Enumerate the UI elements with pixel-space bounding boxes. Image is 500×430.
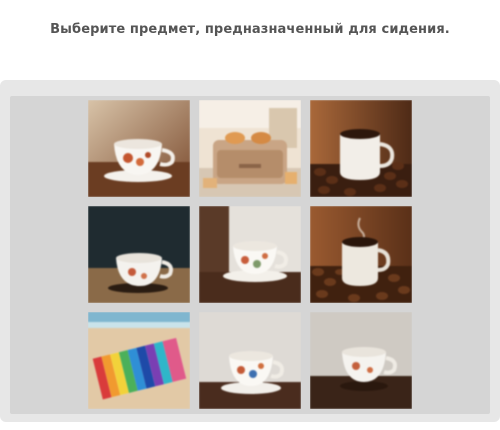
tile-5[interactable]	[199, 206, 301, 303]
teacup-dim-background-image	[310, 312, 412, 409]
tile-6[interactable]	[310, 206, 412, 303]
captcha-instruction: Выберите предмет, предназначенный для си…	[50, 22, 450, 37]
tile-2[interactable]	[199, 100, 301, 197]
tile-1[interactable]	[88, 100, 190, 197]
toaster-with-bread-image	[199, 100, 301, 197]
captcha-page: Выберите предмет, предназначенный для си…	[0, 0, 500, 430]
teacup-on-saucer-image	[199, 206, 301, 303]
teacup-on-table-image	[88, 100, 190, 197]
tile-3[interactable]	[310, 100, 412, 197]
tile-8[interactable]	[199, 312, 301, 409]
tile-4[interactable]	[88, 206, 190, 303]
coffee-mug-with-beans-image	[310, 100, 412, 197]
tile-9[interactable]	[310, 312, 412, 409]
striped-towel-on-sand-image	[88, 312, 190, 409]
image-grid	[88, 100, 412, 410]
teacup-dark-table-image	[88, 206, 190, 303]
steaming-mug-with-beans-image	[310, 206, 412, 303]
tile-7[interactable]	[88, 312, 190, 409]
teacup-on-saucer-light-image	[199, 312, 301, 409]
